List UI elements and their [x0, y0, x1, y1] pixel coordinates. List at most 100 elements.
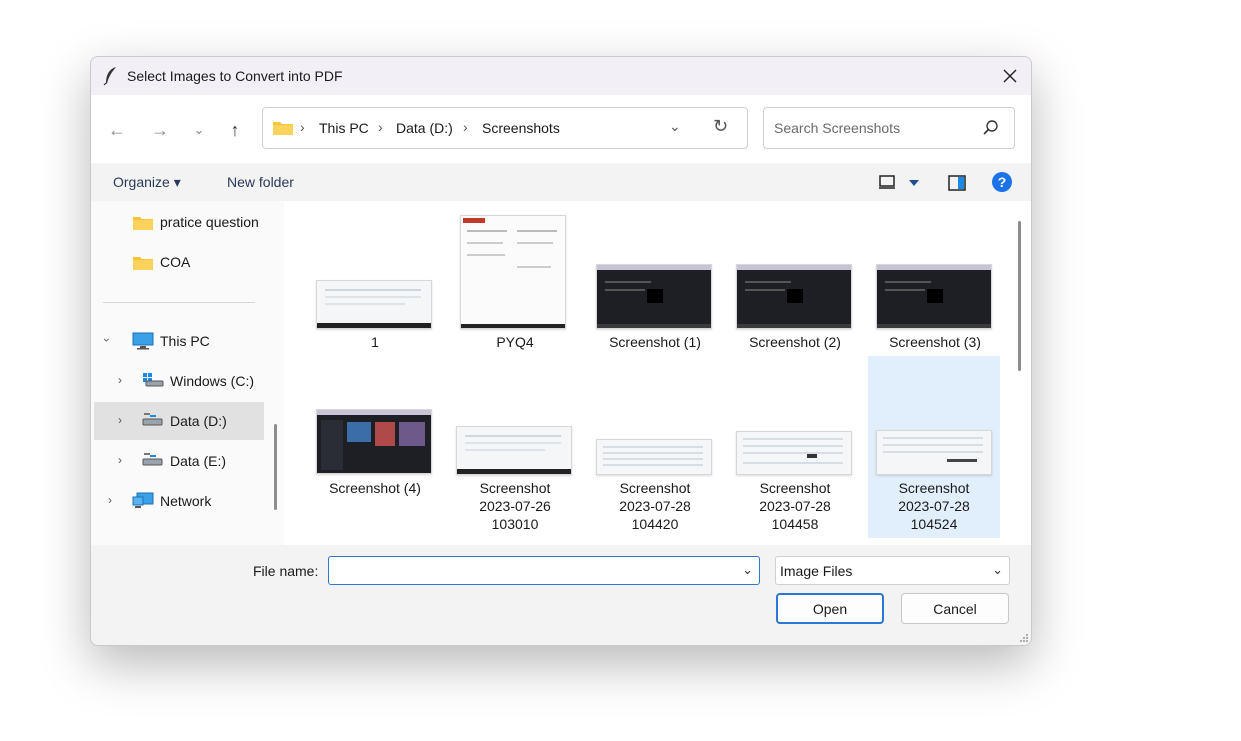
resize-grip-icon[interactable]: [1019, 633, 1029, 643]
arrow-right-icon: →: [151, 119, 169, 140]
chevron-right-icon[interactable]: ›: [118, 453, 122, 467]
file-thumbnail: [736, 264, 852, 329]
file-thumbnail: [736, 431, 852, 475]
sidebar-item-label: Data (D:): [170, 413, 227, 429]
chevron-right-icon: ›: [300, 119, 305, 135]
forward-button[interactable]: →: [149, 119, 171, 141]
drive-icon: [142, 413, 163, 426]
sidebar-item-data-d[interactable]: › Data (D:): [94, 402, 264, 440]
file-name: Screenshot: [619, 480, 691, 496]
file-item[interactable]: Screenshot (2): [730, 201, 860, 356]
file-name-line2: 2023-07-26: [479, 498, 551, 514]
sidebar-item-label: Data (E:): [170, 453, 227, 469]
sidebar-item-pratice-question[interactable]: pratice question: [91, 203, 284, 241]
navigation-scrollbar[interactable]: [274, 424, 277, 510]
file-name: 1: [371, 334, 379, 350]
file-thumbnail: [316, 280, 432, 329]
breadcrumb-data-d[interactable]: Data (D:): [396, 120, 453, 136]
chevron-right-icon[interactable]: ›: [108, 493, 112, 507]
file-item-selected[interactable]: Screenshot 2023-07-28 104524: [868, 356, 1000, 538]
back-button[interactable]: ←: [106, 119, 128, 141]
close-button[interactable]: [989, 57, 1031, 95]
refresh-button[interactable]: ↻: [713, 116, 728, 137]
sidebar-item-network[interactable]: › Network: [91, 482, 284, 520]
folder-icon: [273, 122, 293, 135]
breadcrumb-this-pc[interactable]: This PC: [319, 120, 369, 136]
arrow-left-icon: ←: [108, 119, 126, 140]
navigation-pane: pratice question COA › This PC › Windows…: [91, 201, 284, 545]
search-box[interactable]: Search Screenshots: [763, 107, 1015, 149]
file-list: 1 PYQ4 Screenshot (1) Screenshot (2) Scr…: [286, 201, 1016, 545]
file-thumbnail: [596, 439, 712, 475]
command-bar: Organize ▾ New folder ?: [91, 163, 1031, 201]
file-item[interactable]: Screenshot (3): [870, 201, 1000, 356]
cancel-button[interactable]: Cancel: [901, 593, 1009, 624]
search-input[interactable]: Search Screenshots: [774, 120, 900, 136]
file-item[interactable]: 1: [310, 201, 440, 356]
navigation-bar: ← → ⌄ ↑ › This PC › Data (D:) › Screensh…: [91, 95, 1031, 163]
file-name: Screenshot: [898, 480, 970, 496]
file-name-line2: 2023-07-28: [759, 498, 831, 514]
preview-pane-icon[interactable]: [948, 175, 966, 191]
dialog-footer: File name: ⌄ Image Files ⌄ Open Cancel: [91, 545, 1031, 645]
file-thumbnail: [316, 409, 432, 474]
refresh-icon: ↻: [713, 116, 729, 136]
help-icon[interactable]: ?: [991, 171, 1013, 193]
chevron-down-icon: ⌄: [669, 118, 681, 134]
chevron-down-icon: ⌄: [992, 562, 1003, 577]
breadcrumb-screenshots[interactable]: Screenshots: [482, 120, 560, 136]
file-item[interactable]: Screenshot (1): [590, 201, 720, 356]
file-name: Screenshot (2): [749, 334, 841, 350]
window-title: Select Images to Convert into PDF: [127, 68, 343, 84]
address-bar[interactable]: › This PC › Data (D:) › Screenshots ⌄ ↻: [262, 107, 748, 149]
file-name-line3: 104524: [910, 516, 958, 532]
recent-locations-button[interactable]: ⌄: [188, 119, 210, 141]
file-name-label: File name:: [253, 563, 319, 579]
file-item[interactable]: Screenshot (4): [310, 356, 440, 538]
file-name-field[interactable]: ⌄: [328, 556, 760, 585]
file-list-scrollbar[interactable]: [1018, 221, 1021, 371]
chevron-down-icon[interactable]: ›: [100, 338, 114, 342]
chevron-down-icon[interactable]: ⌄: [742, 562, 753, 578]
sidebar-item-this-pc[interactable]: › This PC: [91, 322, 284, 360]
pc-icon: [132, 332, 154, 350]
sidebar-item-label: Windows (C:): [170, 373, 255, 389]
network-icon: [132, 492, 154, 508]
file-item[interactable]: Screenshot 2023-07-26 103010: [450, 356, 580, 538]
svg-text:?: ?: [998, 174, 1007, 190]
file-item[interactable]: Screenshot 2023-07-28 104420: [590, 356, 720, 538]
file-thumbnail: [876, 264, 992, 329]
file-name-line3: 104458: [771, 516, 819, 532]
sidebar-item-windows-c[interactable]: › Windows (C:): [91, 362, 284, 400]
file-name: Screenshot: [479, 480, 551, 496]
file-name: Screenshot (4): [329, 480, 421, 496]
chevron-right-icon[interactable]: ›: [118, 373, 122, 387]
chevron-right-icon[interactable]: ›: [118, 413, 122, 427]
file-name: Screenshot (3): [889, 334, 981, 350]
sidebar-item-data-e[interactable]: › Data (E:): [91, 442, 284, 480]
folder-icon: [133, 257, 153, 270]
organize-button[interactable]: Organize ▾: [113, 174, 181, 191]
up-button[interactable]: ↑: [224, 119, 246, 141]
file-item[interactable]: PYQ4: [450, 201, 580, 356]
file-type-select[interactable]: Image Files ⌄: [775, 556, 1010, 585]
search-icon: [983, 120, 998, 135]
file-name: Screenshot (1): [609, 334, 701, 350]
file-item[interactable]: Screenshot 2023-07-28 104458: [730, 356, 860, 538]
view-options-button[interactable]: [879, 174, 919, 192]
sidebar-item-label: pratice question: [160, 214, 259, 230]
sidebar-item-coa[interactable]: COA: [91, 243, 284, 281]
address-dropdown-button[interactable]: ⌄: [669, 118, 681, 135]
new-folder-button[interactable]: New folder: [227, 174, 294, 190]
file-open-dialog: Select Images to Convert into PDF ← → ⌄ …: [90, 56, 1032, 646]
file-thumbnail: [456, 426, 572, 475]
drive-icon: [143, 373, 164, 387]
folder-icon: [133, 217, 153, 230]
drive-icon: [142, 453, 163, 466]
file-thumbnail: [596, 264, 712, 329]
open-button[interactable]: Open: [776, 593, 884, 624]
file-thumbnail: [460, 215, 566, 329]
feather-icon: [103, 67, 116, 86]
chevron-right-icon: ›: [463, 119, 468, 135]
view-icon: [879, 175, 895, 189]
